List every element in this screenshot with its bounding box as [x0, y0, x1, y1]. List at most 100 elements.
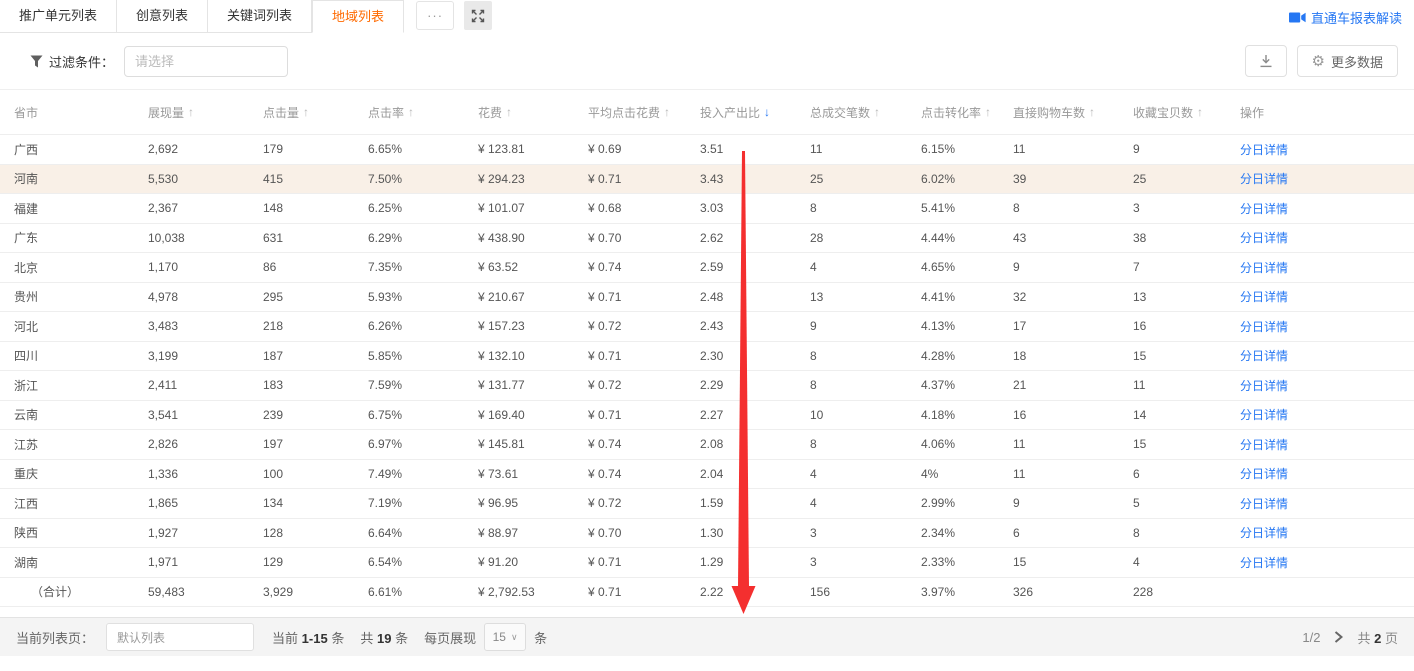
ellipsis-icon: ··· — [427, 8, 443, 23]
daily-detail-link[interactable]: 分日详情 — [1240, 231, 1288, 245]
value-cell: 6.75% — [368, 408, 478, 422]
table-row: 湖南1,9711296.54%¥ 91.20¥ 0.711.2932.33%15… — [0, 547, 1414, 577]
value-cell: 3,541 — [148, 408, 263, 422]
column-header-3[interactable]: 点击量↑ — [263, 104, 368, 121]
sort-up-icon[interactable]: ↑ — [188, 105, 194, 119]
value-cell: ¥ 0.70 — [588, 526, 700, 540]
value-cell: 3 — [1133, 201, 1240, 215]
value-cell: 17 — [1013, 319, 1133, 333]
column-label: 操作 — [1240, 104, 1264, 121]
list-name-input[interactable] — [106, 623, 254, 651]
sort-up-icon[interactable]: ↑ — [664, 105, 670, 119]
value-cell: 8 — [810, 349, 921, 363]
daily-detail-link[interactable]: 分日详情 — [1240, 526, 1288, 540]
sort-down-icon[interactable]: ↓ — [764, 105, 770, 119]
sort-up-icon[interactable]: ↑ — [1197, 105, 1203, 119]
daily-detail-link[interactable]: 分日详情 — [1240, 320, 1288, 334]
column-header-9[interactable]: 点击转化率 ↑ — [921, 104, 1013, 121]
value-cell: 3.51 — [700, 142, 810, 156]
province-cell: （合计） — [0, 583, 148, 600]
sort-up-icon[interactable]: ↑ — [506, 105, 512, 119]
table-row: 云南3,5412396.75%¥ 169.40¥ 0.712.27104.18%… — [0, 400, 1414, 430]
sort-up-icon[interactable]: ↑ — [303, 105, 309, 119]
action-cell: 分日详情 — [1240, 495, 1414, 512]
total-prefix: 共 — [360, 631, 373, 646]
daily-detail-link[interactable]: 分日详情 — [1240, 408, 1288, 422]
daily-detail-link[interactable]: 分日详情 — [1240, 143, 1288, 157]
tab-4[interactable]: 地域列表 — [312, 0, 404, 33]
value-cell: 6.64% — [368, 526, 478, 540]
column-header-2[interactable]: 展现量↑ — [148, 104, 263, 121]
download-button[interactable] — [1245, 45, 1287, 77]
sort-up-icon[interactable]: ↑ — [874, 105, 880, 119]
report-guide-link[interactable]: 直通车报表解读 — [1289, 8, 1402, 27]
tab-1[interactable]: 推广单元列表 — [0, 0, 117, 33]
value-cell: 1,971 — [148, 555, 263, 569]
filter-label: 过滤条件： — [30, 52, 114, 71]
column-header-11[interactable]: 收藏宝贝数↑ — [1133, 104, 1240, 121]
daily-detail-link[interactable]: 分日详情 — [1240, 467, 1288, 481]
daily-detail-link[interactable]: 分日详情 — [1240, 556, 1288, 570]
value-cell: 1.30 — [700, 526, 810, 540]
sort-up-icon[interactable]: ↑ — [408, 105, 414, 119]
table-row: 江西1,8651347.19%¥ 96.95¥ 0.721.5942.99%95… — [0, 488, 1414, 518]
province-cell: 河北 — [0, 318, 148, 335]
tab-3[interactable]: 关键词列表 — [208, 0, 312, 33]
value-cell: ¥ 0.72 — [588, 319, 700, 333]
more-data-button[interactable]: ⚙ 更多数据 — [1297, 45, 1398, 77]
action-cell: 分日详情 — [1240, 377, 1414, 394]
value-cell: 6.61% — [368, 585, 478, 599]
filter-select-input[interactable] — [124, 46, 288, 77]
column-header-10[interactable]: 直接购物车数↑ — [1013, 104, 1133, 121]
column-header-7[interactable]: 投入产出比↓ — [700, 104, 810, 121]
column-header-5[interactable]: 花费↑ — [478, 104, 588, 121]
daily-detail-link[interactable]: 分日详情 — [1240, 497, 1288, 511]
table-row: 四川3,1991875.85%¥ 132.10¥ 0.712.3084.28%1… — [0, 341, 1414, 371]
action-cell: 分日详情 — [1240, 524, 1414, 541]
daily-detail-link[interactable]: 分日详情 — [1240, 261, 1288, 275]
daily-detail-link[interactable]: 分日详情 — [1240, 202, 1288, 216]
table-row: 广西2,6921796.65%¥ 123.81¥ 0.693.51116.15%… — [0, 134, 1414, 164]
page-indicator: 1/2 — [1302, 630, 1320, 645]
more-tabs-button[interactable]: ··· — [416, 1, 454, 30]
table-row: 北京1,170867.35%¥ 63.52¥ 0.742.5944.65%97分… — [0, 252, 1414, 282]
daily-detail-link[interactable]: 分日详情 — [1240, 379, 1288, 393]
column-label: 点击转化率 — [921, 104, 981, 121]
next-page-button[interactable] — [1334, 631, 1343, 643]
per-page-select[interactable]: 15 ∨ — [484, 623, 526, 651]
action-cell: 分日详情 — [1240, 200, 1414, 217]
value-cell: 59,483 — [148, 585, 263, 599]
value-cell: 4.28% — [921, 349, 1013, 363]
value-cell: 43 — [1013, 231, 1133, 245]
daily-detail-link[interactable]: 分日详情 — [1240, 290, 1288, 304]
column-header-6[interactable]: 平均点击花费↑ — [588, 104, 700, 121]
value-cell: 86 — [263, 260, 368, 274]
value-cell: ¥ 169.40 — [478, 408, 588, 422]
value-cell: 1.29 — [700, 555, 810, 569]
value-cell: 6.15% — [921, 142, 1013, 156]
column-header-8[interactable]: 总成交笔数↑ — [810, 104, 921, 121]
value-cell: 6.97% — [368, 437, 478, 451]
value-cell: 7.50% — [368, 172, 478, 186]
region-table: 省市展现量↑点击量↑点击率↑花费↑平均点击花费↑投入产出比↓总成交笔数↑点击转化… — [0, 90, 1414, 607]
daily-detail-link[interactable]: 分日详情 — [1240, 438, 1288, 452]
daily-detail-link[interactable]: 分日详情 — [1240, 172, 1288, 186]
tab-2[interactable]: 创意列表 — [117, 0, 208, 33]
value-cell: 2.62 — [700, 231, 810, 245]
total-value: 19 — [377, 631, 391, 646]
report-page: 推广单元列表创意列表关键词列表地域列表 ··· 直通车报表解读 — [0, 0, 1414, 671]
value-cell: 8 — [1013, 201, 1133, 215]
value-cell: 228 — [1133, 585, 1240, 599]
value-cell: 10,038 — [148, 231, 263, 245]
sort-up-icon[interactable]: ↑ — [1089, 105, 1095, 119]
table-row: 贵州4,9782955.93%¥ 210.67¥ 0.712.48134.41%… — [0, 282, 1414, 312]
value-cell: ¥ 210.67 — [478, 290, 588, 304]
sort-up-icon[interactable]: ↑ — [985, 105, 991, 119]
province-cell: 贵州 — [0, 288, 148, 305]
range-value: 1-15 — [302, 631, 328, 646]
expand-button[interactable] — [464, 1, 492, 30]
daily-detail-link[interactable]: 分日详情 — [1240, 349, 1288, 363]
province-cell: 河南 — [0, 170, 148, 187]
value-cell: 218 — [263, 319, 368, 333]
column-header-4[interactable]: 点击率↑ — [368, 104, 478, 121]
